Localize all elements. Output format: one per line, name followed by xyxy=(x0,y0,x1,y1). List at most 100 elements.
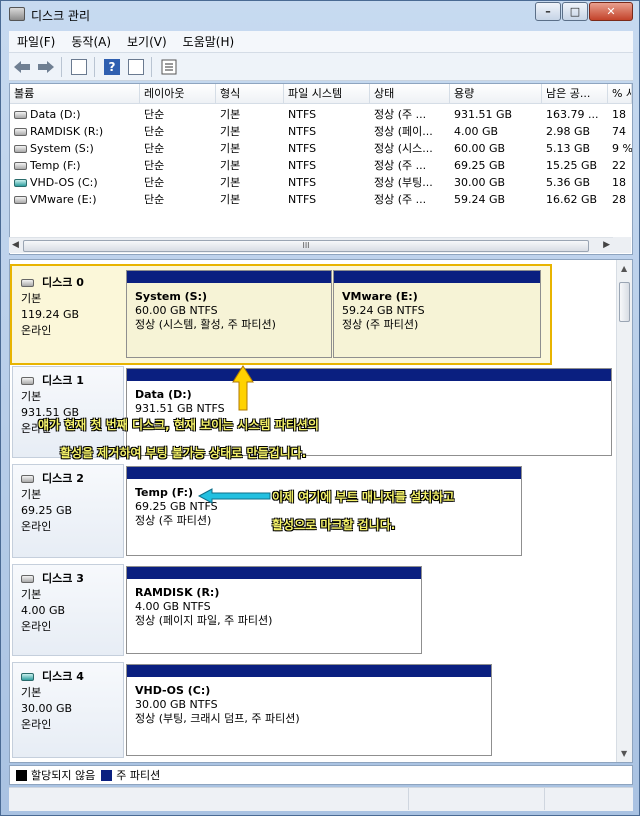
table-row[interactable]: VHD-OS (C:) 단순 기본 NTFS 정상 (부팅... 30.00 G… xyxy=(10,174,632,191)
disk-name: 디스크 2 xyxy=(42,472,84,485)
table-row[interactable]: Data (D:) 단순 기본 NTFS 정상 (주 ... 931.51 GB… xyxy=(10,106,632,123)
table-row[interactable]: RAMDISK (R:) 단순 기본 NTFS 정상 (페이... 4.00 G… xyxy=(10,123,632,140)
disk-4[interactable]: 디스크 4 기본 30.00 GB 온라인 VHD-OS (C:) 30.00 … xyxy=(10,662,616,758)
scroll-right-icon[interactable]: ▶ xyxy=(603,240,610,250)
disk-kind: 기본 xyxy=(21,488,42,501)
disk-name: 디스크 3 xyxy=(42,572,84,585)
legend: 할당되지 않음 주 파티션 xyxy=(9,765,633,785)
volume-free: 16.62 GB xyxy=(546,193,598,206)
disk-size: 4.00 GB xyxy=(21,604,66,617)
disk-icon xyxy=(21,377,34,385)
volume-layout: 단순 xyxy=(144,125,165,138)
scroll-down-icon[interactable]: ▼ xyxy=(621,749,627,758)
settings-button[interactable] xyxy=(158,57,180,77)
disk-state: 온라인 xyxy=(21,718,52,731)
disk-2-info[interactable]: 디스크 2 기본 69.25 GB 온라인 xyxy=(12,464,124,558)
menu-action[interactable]: 동작(A) xyxy=(63,33,119,50)
disk-state: 온라인 xyxy=(21,620,52,633)
unallocated-swatch xyxy=(16,769,27,781)
left-arrow-annotation-icon xyxy=(198,488,271,504)
disk-name: 디스크 1 xyxy=(42,374,84,387)
column-header-percent-free[interactable]: % 사용 가능 xyxy=(608,84,632,104)
legend-label: 주 파티션 xyxy=(116,769,161,782)
checklist-icon xyxy=(161,59,177,74)
disk-icon xyxy=(21,575,34,583)
column-header-filesystem[interactable]: 파일 시스템 xyxy=(284,84,370,104)
column-header-status[interactable]: 상태 xyxy=(370,84,450,104)
scrollbar-corner xyxy=(613,237,631,253)
drive-icon xyxy=(14,111,27,119)
volume-free: 5.13 GB xyxy=(546,142,591,155)
help-button[interactable]: ? xyxy=(101,57,123,77)
partition-data[interactable]: Data (D:) 931.51 GB NTFS xyxy=(126,368,612,456)
properties-button[interactable] xyxy=(125,57,147,77)
volume-status: 정상 (주 ... xyxy=(374,159,427,172)
disk-3-info[interactable]: 디스크 3 기본 4.00 GB 온라인 xyxy=(12,564,124,656)
volume-filesystem: NTFS xyxy=(288,108,317,121)
column-header-type[interactable]: 형식 xyxy=(216,84,284,104)
disk-icon xyxy=(21,475,34,483)
menu-help[interactable]: 도움말(H) xyxy=(175,33,243,50)
annotation-note-2-line-2: 활성으로 마크할 겁니다. xyxy=(272,518,396,532)
partition-status: 정상 (페이지 파일, 주 파티션) xyxy=(135,614,273,627)
volume-type: 기본 xyxy=(220,159,241,172)
disk-0-info[interactable]: 디스크 0 기본 119.24 GB 온라인 xyxy=(12,268,124,361)
disk-name: 디스크 0 xyxy=(42,276,84,289)
partition-ramdisk[interactable]: RAMDISK (R:) 4.00 GB NTFS 정상 (페이지 파일, 주 … xyxy=(126,566,422,654)
back-button[interactable] xyxy=(11,57,33,77)
menu-file[interactable]: 파일(F) xyxy=(9,33,63,50)
column-header-volume[interactable]: 볼륨 xyxy=(10,84,140,104)
partition-name: VMware (E:) xyxy=(342,290,418,303)
disk-kind: 기본 xyxy=(21,390,42,403)
partition-vhd-os[interactable]: VHD-OS (C:) 30.00 GB NTFS 정상 (부팅, 크래시 덤프… xyxy=(126,664,492,756)
window-controls: – □ ✕ xyxy=(534,2,633,21)
show-hide-console-tree-button[interactable] xyxy=(68,57,90,77)
partition-status: 정상 (시스템, 활성, 주 파티션) xyxy=(135,318,276,331)
primary-partition-bar xyxy=(127,567,421,579)
disk-state: 온라인 xyxy=(21,324,52,337)
column-header-capacity[interactable]: 용량 xyxy=(450,84,542,104)
volume-status: 정상 (시스... xyxy=(374,142,433,155)
primary-partition-bar xyxy=(127,369,611,381)
column-header-layout[interactable]: 레이아웃 xyxy=(140,84,216,104)
disk-kind: 기본 xyxy=(21,292,42,305)
disk-0[interactable]: 디스크 0 기본 119.24 GB 온라인 System (S:) 60.00… xyxy=(10,268,616,361)
volume-name: RAMDISK (R:) xyxy=(30,125,104,138)
column-header-free-space[interactable]: 남은 공... xyxy=(542,84,608,104)
menu-view[interactable]: 보기(V) xyxy=(119,33,175,50)
table-row[interactable]: VMware (E:) 단순 기본 NTFS 정상 (주 ... 59.24 G… xyxy=(10,191,632,208)
volume-percent: 28 xyxy=(612,193,626,206)
toolbar: ? xyxy=(9,53,633,81)
partition-temp[interactable]: Temp (F:) 69.25 GB NTFS 정상 (주 파티션) xyxy=(126,466,522,556)
volume-percent: 18 xyxy=(612,108,626,121)
volume-list: 볼륨 레이아웃 형식 파일 시스템 상태 용량 남은 공... % 사용 가능 … xyxy=(9,83,633,255)
volume-status: 정상 (페이... xyxy=(374,125,433,138)
table-row[interactable]: System (S:) 단순 기본 NTFS 정상 (시스... 60.00 G… xyxy=(10,140,632,157)
annotation-note-1-line-2: 활성을 제거하여 부팅 불가능 상태로 만들겁니다. xyxy=(60,446,307,460)
partition-vmware[interactable]: VMware (E:) 59.24 GB NTFS 정상 (주 파티션) xyxy=(333,270,541,358)
forward-button[interactable] xyxy=(35,57,57,77)
volume-free: 163.79 ... xyxy=(546,108,599,121)
vertical-scrollbar[interactable]: ▲ ▼ xyxy=(616,260,632,762)
partition-size: 4.00 GB NTFS xyxy=(135,600,211,613)
volume-name: System (S:) xyxy=(30,142,94,155)
volume-layout: 단순 xyxy=(144,193,165,206)
partition-size: 60.00 GB NTFS xyxy=(135,304,218,317)
disk-2[interactable]: 디스크 2 기본 69.25 GB 온라인 Temp (F:) 69.25 GB… xyxy=(10,464,616,558)
status-panel xyxy=(545,788,633,810)
disk-size: 119.24 GB xyxy=(21,308,80,321)
horizontal-scroll-thumb[interactable]: III xyxy=(23,240,589,252)
disk-3[interactable]: 디스크 3 기본 4.00 GB 온라인 RAMDISK (R:) 4.00 G… xyxy=(10,564,616,656)
scroll-up-icon[interactable]: ▲ xyxy=(621,264,627,273)
volume-list-header: 볼륨 레이아웃 형식 파일 시스템 상태 용량 남은 공... % 사용 가능 xyxy=(10,84,632,104)
minimize-button[interactable]: – xyxy=(535,2,561,21)
partition-system[interactable]: System (S:) 60.00 GB NTFS 정상 (시스템, 활성, 주… xyxy=(126,270,332,358)
volume-filesystem: NTFS xyxy=(288,193,317,206)
close-button[interactable]: ✕ xyxy=(589,2,633,21)
table-row[interactable]: Temp (F:) 단순 기본 NTFS 정상 (주 ... 69.25 GB … xyxy=(10,157,632,174)
disk-4-info[interactable]: 디스크 4 기본 30.00 GB 온라인 xyxy=(12,662,124,758)
scroll-left-icon[interactable]: ◀ xyxy=(12,240,19,250)
horizontal-scrollbar[interactable]: ◀ III ▶ xyxy=(9,237,613,253)
vertical-scroll-thumb[interactable] xyxy=(619,282,630,322)
maximize-button[interactable]: □ xyxy=(562,2,588,21)
